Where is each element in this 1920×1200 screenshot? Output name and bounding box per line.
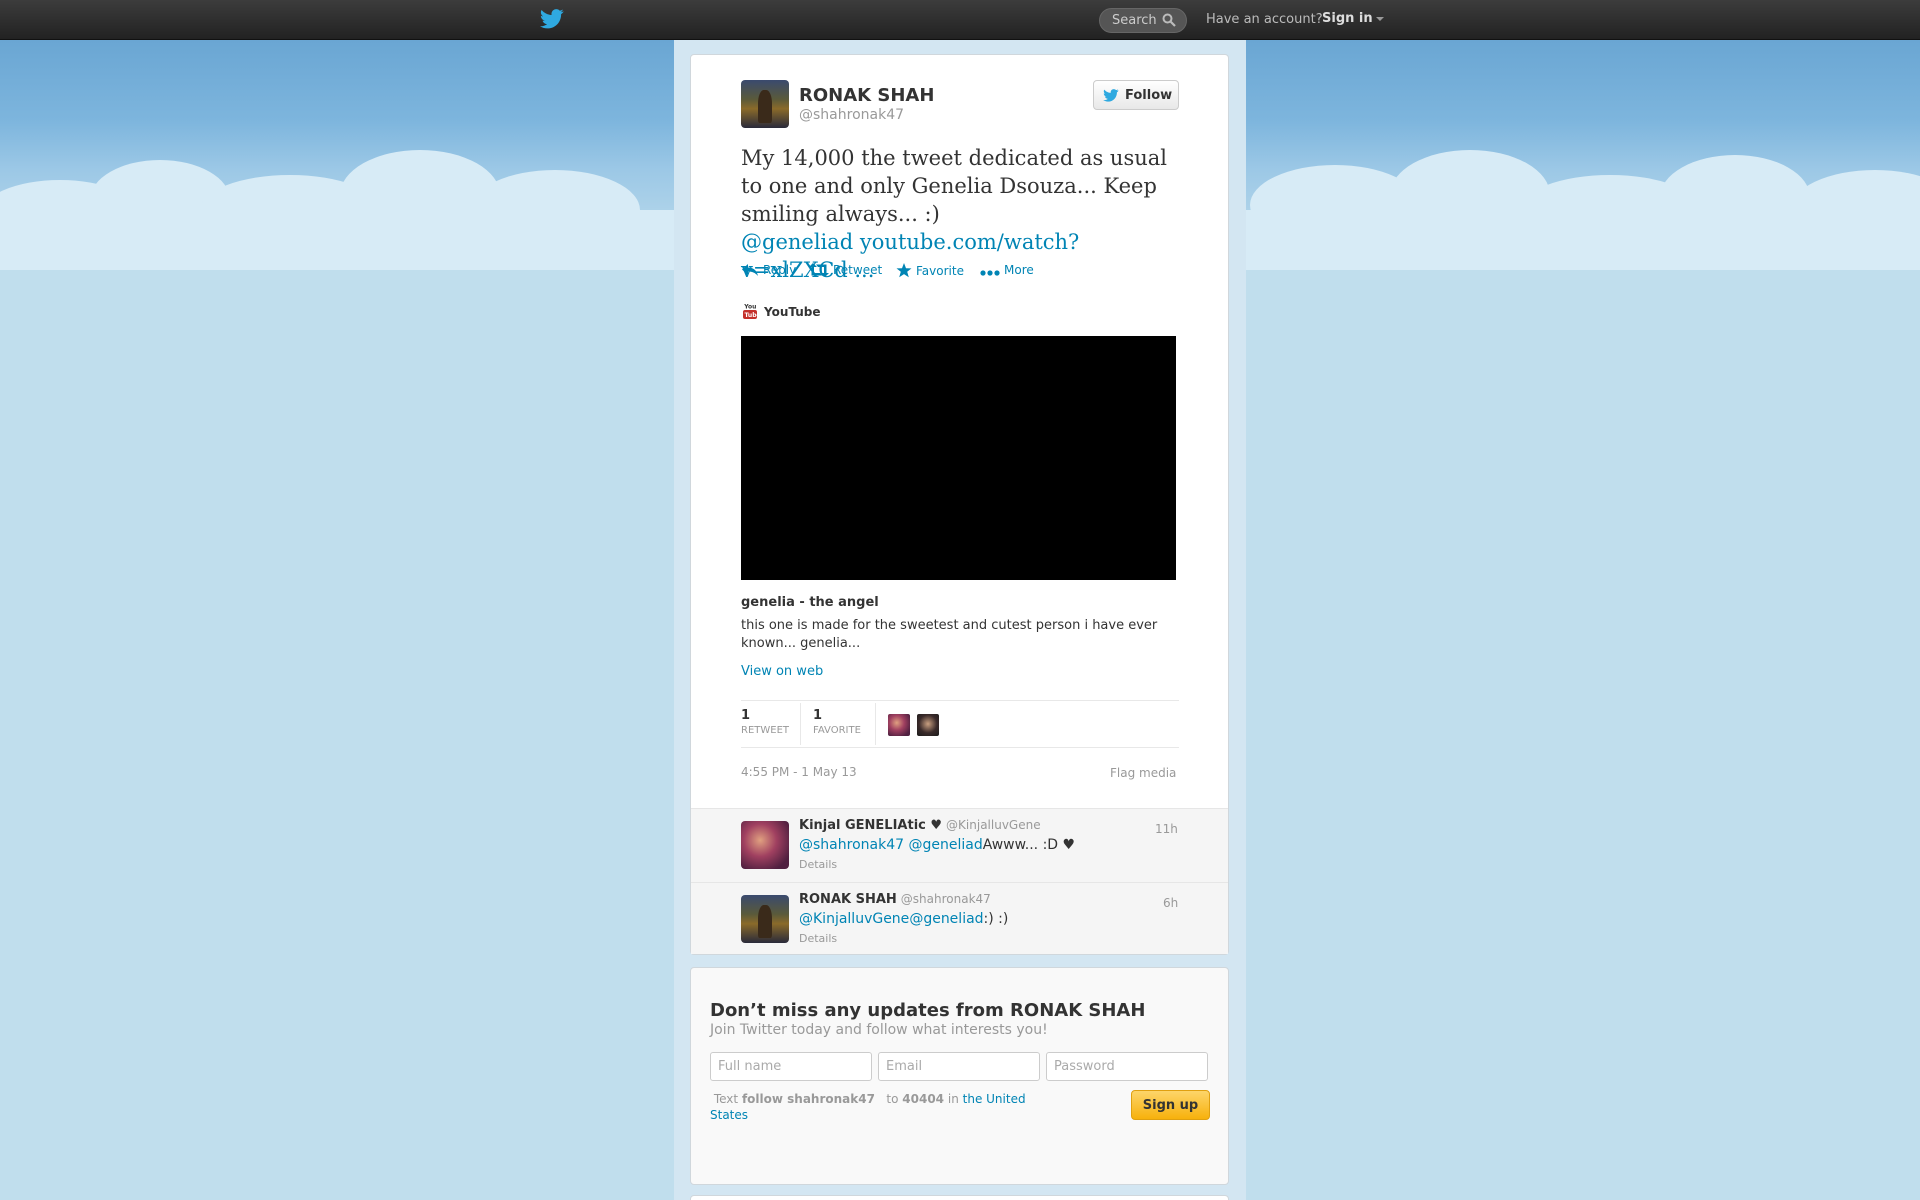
media-source-label: YouTube xyxy=(764,305,821,319)
password-field[interactable]: Password xyxy=(1046,1052,1208,1081)
follow-label: Follow xyxy=(1125,88,1173,103)
view-on-web-link[interactable]: View on web xyxy=(741,664,823,679)
reply-time[interactable]: 6h xyxy=(1163,896,1178,910)
full-name-field[interactable]: Full name xyxy=(710,1052,872,1081)
bottom-card xyxy=(690,1195,1229,1200)
twitter-bird-icon[interactable] xyxy=(540,9,564,29)
reply-handle: @shahronak47 xyxy=(900,892,991,906)
mention-link[interactable]: @geneliad xyxy=(741,230,853,254)
details-link[interactable]: Details xyxy=(799,932,837,945)
retweet-label: RETWEET xyxy=(741,725,790,736)
tweet-body: My 14,000 the tweet dedicated as usual t… xyxy=(741,146,1167,226)
mention-link[interactable]: @shahronak47 xyxy=(799,837,904,853)
email-field[interactable]: Email xyxy=(878,1052,1040,1081)
more-icon xyxy=(980,270,1000,276)
twitter-bird-icon xyxy=(1103,89,1119,102)
sign-up-button[interactable]: Sign up xyxy=(1131,1090,1210,1120)
search-input[interactable]: Search xyxy=(1099,8,1187,33)
mention-link[interactable]: @KinjalluvGene xyxy=(799,911,909,927)
reply-text: @KinjalluvGene@geneliad:) :) xyxy=(799,911,1009,927)
search-placeholder: Search xyxy=(1112,13,1157,28)
favoriter-avatar[interactable] xyxy=(917,714,939,736)
stats-divider xyxy=(875,703,876,745)
media-source: You Tube YouTube xyxy=(743,303,821,319)
chevron-down-icon xyxy=(1375,16,1384,21)
avatar[interactable] xyxy=(741,80,789,128)
more-button[interactable]: More xyxy=(980,263,1034,277)
retweet-button[interactable]: Retweet xyxy=(809,263,882,277)
video-title: genelia - the angel xyxy=(741,595,879,610)
tweet-timestamp[interactable]: 4:55 PM - 1 May 13 xyxy=(741,765,857,779)
favorite-button[interactable]: Favorite xyxy=(896,263,964,278)
star-icon xyxy=(896,263,912,278)
reply-text: @shahronak47 @geneliadAwww... :D ♥ xyxy=(799,837,1076,853)
youtube-icon: You Tube xyxy=(743,304,758,319)
signup-subtitle: Join Twitter today and follow what inter… xyxy=(710,1022,1048,1038)
sign-in-label: Sign in xyxy=(1322,11,1373,26)
reply-author[interactable]: Kinjal GENELIAtic ♥ @KinjalluvGene xyxy=(799,818,1041,833)
favorite-count: 1 xyxy=(813,708,823,723)
have-account-text: Have an account? xyxy=(1206,12,1323,27)
details-link[interactable]: Details xyxy=(799,858,837,871)
reply-button[interactable]: Reply xyxy=(741,263,796,277)
sign-in-menu[interactable]: Sign in xyxy=(1322,11,1384,26)
reply-time[interactable]: 11h xyxy=(1155,822,1178,836)
favoriter-avatar[interactable] xyxy=(888,714,910,736)
flag-media-link[interactable]: Flag media xyxy=(1110,766,1176,780)
sms-command: follow shahronak47 xyxy=(741,1092,875,1106)
mention-link[interactable]: @geneliad xyxy=(908,837,982,853)
stats-divider xyxy=(800,703,801,745)
top-navigation-bar: Search Have an account? Sign in xyxy=(0,0,1920,40)
avatar[interactable] xyxy=(741,895,789,943)
reply-icon xyxy=(742,264,758,276)
sms-number: 40404 xyxy=(902,1092,945,1106)
search-icon[interactable] xyxy=(1162,13,1176,27)
mention-link[interactable]: @geneliad xyxy=(909,911,983,927)
tweet-stats: 1 RETWEET 1 FAVORITE xyxy=(741,700,1179,748)
video-description: this one is made for the sweetest and cu… xyxy=(741,618,1158,651)
retweet-count: 1 xyxy=(741,708,751,723)
retweet-icon xyxy=(809,263,829,277)
signup-title: Don’t miss any updates from RONAK SHAH xyxy=(710,1000,1146,1021)
svg-text:Tube: Tube xyxy=(745,312,758,319)
sms-follow-note: Text follow shahronak47 to 40404 in the … xyxy=(710,1092,1026,1122)
favorite-label: FAVORITE xyxy=(813,725,861,736)
follow-button[interactable]: Follow xyxy=(1093,80,1179,110)
reply-author[interactable]: RONAK SHAH @shahronak47 xyxy=(799,892,991,907)
retweet-stat[interactable]: 1 RETWEET xyxy=(741,708,789,736)
author-name[interactable]: RONAK SHAH xyxy=(799,85,934,106)
author-handle[interactable]: @shahronak47 xyxy=(799,107,904,123)
avatar[interactable] xyxy=(741,821,789,869)
svg-text:You: You xyxy=(743,304,756,311)
video-player[interactable] xyxy=(741,336,1176,580)
reply-handle: @KinjalluvGene xyxy=(946,818,1041,832)
favorite-stat[interactable]: 1 FAVORITE xyxy=(813,708,861,736)
